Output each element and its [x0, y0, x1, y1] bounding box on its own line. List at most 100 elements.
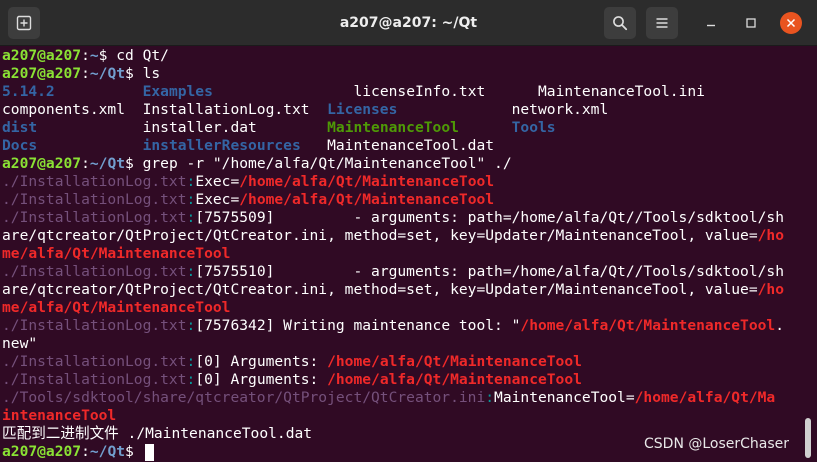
terminal-text-segment: : [186, 173, 196, 190]
terminal-text-segment: Exec= [195, 191, 240, 208]
scrollbar[interactable] [805, 418, 811, 458]
terminal-text-segment: ./InstallationLog.txt [2, 371, 187, 388]
terminal-text-segment: /home/alfa/Qt/MaintenanceTool [327, 353, 582, 370]
terminal-text-segment: : [485, 389, 495, 406]
terminal-text-segment: [7576342] Writing maintenance tool: " [195, 317, 521, 334]
terminal-text-segment: Exec= [195, 173, 240, 190]
terminal-text-segment: [0] Arguments: [195, 353, 328, 370]
terminal-text-segment: /home/alfa/Qt/MaintenanceTool [239, 191, 495, 208]
header-bar[interactable]: a207@a207: ~/Qt [0, 0, 817, 46]
terminal-text-segment: MaintenanceTool.dat [300, 137, 495, 154]
terminal-text-segment: licenseInfo.txt [353, 83, 486, 100]
terminal-text-segment: : [81, 47, 90, 64]
terminal-text-segment: : [186, 353, 196, 370]
terminal-text-segment: ~ [89, 47, 99, 64]
terminal-text-segment: ~/Qt [89, 155, 126, 172]
terminal-text-segment: a207@a207 [2, 65, 82, 82]
terminal-line: ./InstallationLog.txt:[0] Arguments: /ho… [2, 353, 802, 371]
terminal-line: components.xml InstallationLog.txt Licen… [2, 101, 802, 119]
close-button[interactable] [780, 12, 802, 34]
terminal-text-segment: $ ls [125, 65, 161, 82]
terminal-text-segment: new" [2, 335, 38, 352]
terminal-text-segment: ./InstallationLog.txt [2, 263, 187, 280]
terminal-text-segment: : [186, 263, 196, 280]
terminal-text-segment: are/qtcreator/QtProject/QtCreator.ini, m… [2, 281, 758, 298]
maximize-button[interactable] [740, 12, 762, 34]
terminal-line: me/alfa/Qt/MaintenanceTool [2, 299, 802, 317]
terminal-line: ./Tools/sdktool/share/qtcreator/QtProjec… [2, 389, 802, 407]
terminal-line: new" [2, 335, 802, 353]
terminal-text-segment: a207@a207 [2, 443, 82, 460]
terminal-line: ./InstallationLog.txt:[7575509] - argume… [2, 209, 802, 227]
terminal-text-segment: [0] Arguments: [195, 371, 328, 388]
terminal-text-segment: /ho [757, 281, 784, 298]
terminal-text-segment: ./InstallationLog.txt [2, 191, 187, 208]
terminal-text-segment: MaintenanceTool= [494, 389, 635, 406]
terminal-line: ./InstallationLog.txt:[0] Arguments: /ho… [2, 371, 802, 389]
terminal-text-segment: $ grep -r "/home/alfa/Qt/MaintenanceTool… [125, 155, 512, 172]
terminal-window: a207@a207: ~/Qt a207@a207:~$ cd Qt/ a207… [0, 0, 817, 462]
hamburger-menu-icon [656, 18, 668, 28]
terminal-line: Docs installerResources MaintenanceTool.… [2, 137, 802, 155]
terminal-text-segment: 匹配到二进制文件 ./MaintenanceTool.dat [2, 425, 313, 442]
terminal-text-segment: components.xml InstallationLog.txt [2, 101, 328, 118]
search-button[interactable] [604, 7, 636, 39]
terminal-text-segment: me/alfa/Qt/MaintenanceTool [2, 245, 231, 262]
terminal-text-segment: installer.dat [37, 119, 328, 136]
terminal-line: ./InstallationLog.txt:[7576342] Writing … [2, 317, 802, 335]
maximize-icon [746, 18, 756, 28]
terminal-text-segment: [7575510] - arguments: path=/home/alfa/Q… [195, 263, 784, 280]
terminal-line: ./InstallationLog.txt:[7575510] - argume… [2, 263, 802, 281]
terminal-text-segment: Examples [142, 83, 213, 100]
menu-button[interactable] [646, 7, 678, 39]
terminal-text-segment: : [81, 155, 90, 172]
terminal-text-segment: /ho [757, 227, 784, 244]
terminal-text-segment: dist [2, 119, 38, 136]
terminal-text-segment: ./InstallationLog.txt [2, 209, 187, 226]
terminal-text-segment: Tools [511, 119, 556, 136]
terminal-text-segment: /home/alfa/Qt/MaintenanceTool [520, 317, 776, 334]
terminal-text-segment: ~/Qt [89, 443, 126, 460]
terminal-line: are/qtcreator/QtProject/QtCreator.ini, m… [2, 227, 802, 245]
terminal-text-segment: a207@a207 [2, 155, 82, 172]
terminal-text-segment: /home/alfa/Qt/MaintenanceTool [239, 173, 495, 190]
terminal-line: a207@a207:~$ cd Qt/ [2, 47, 802, 65]
terminal-line: 5.14.2 Examples licenseInfo.txt Maintena… [2, 83, 802, 101]
terminal-text-segment: : [186, 371, 196, 388]
terminal-text-segment: ./InstallationLog.txt [2, 353, 187, 370]
terminal-text-segment: a207@a207 [2, 47, 82, 64]
terminal-text-segment: /home/alfa/Qt/Ma [634, 389, 776, 406]
terminal-text-segment: Licenses [327, 101, 398, 118]
close-icon [786, 18, 796, 28]
terminal-text-segment: are/qtcreator/QtProject/QtCreator.ini, m… [2, 227, 758, 244]
terminal-text-segment: me/alfa/Qt/MaintenanceTool [2, 299, 231, 316]
terminal-line: ./InstallationLog.txt:Exec=/home/alfa/Qt… [2, 173, 802, 191]
text-cursor [145, 444, 154, 461]
terminal-text-segment: Docs [2, 137, 38, 154]
terminal-text-segment: : [81, 65, 90, 82]
terminal-text-segment: : [186, 317, 196, 334]
terminal-text-segment: 5.14.2 [2, 83, 55, 100]
terminal-line: intenanceTool [2, 407, 802, 425]
terminal-text-segment: MaintenanceTool [327, 119, 459, 136]
terminal-text-segment: ./InstallationLog.txt [2, 173, 187, 190]
terminal-text-segment: intenanceTool [2, 407, 117, 424]
terminal-line: a207@a207:~/Qt$ grep -r "/home/alfa/Qt/M… [2, 155, 802, 173]
terminal-text-segment: network.xml [397, 101, 609, 118]
minimize-button[interactable] [700, 12, 722, 34]
terminal-text-segment: /home/alfa/Qt/MaintenanceTool [327, 371, 582, 388]
window-title: a207@a207: ~/Qt [339, 15, 478, 31]
search-icon [613, 16, 628, 31]
terminal-output[interactable]: a207@a207:~$ cd Qt/a207@a207:~/Qt$ ls 5.1… [0, 47, 802, 461]
terminal-text-segment: $ [125, 443, 143, 460]
terminal-text-segment: ./InstallationLog.txt [2, 317, 187, 334]
terminal-line: are/qtcreator/QtProject/QtCreator.ini, m… [2, 281, 802, 299]
terminal-text-segment: : [186, 209, 196, 226]
terminal-text-segment: [7575509] - arguments: path=/home/alfa/Q… [195, 209, 784, 226]
watermark: CSDN @LoserChaser [644, 436, 790, 452]
